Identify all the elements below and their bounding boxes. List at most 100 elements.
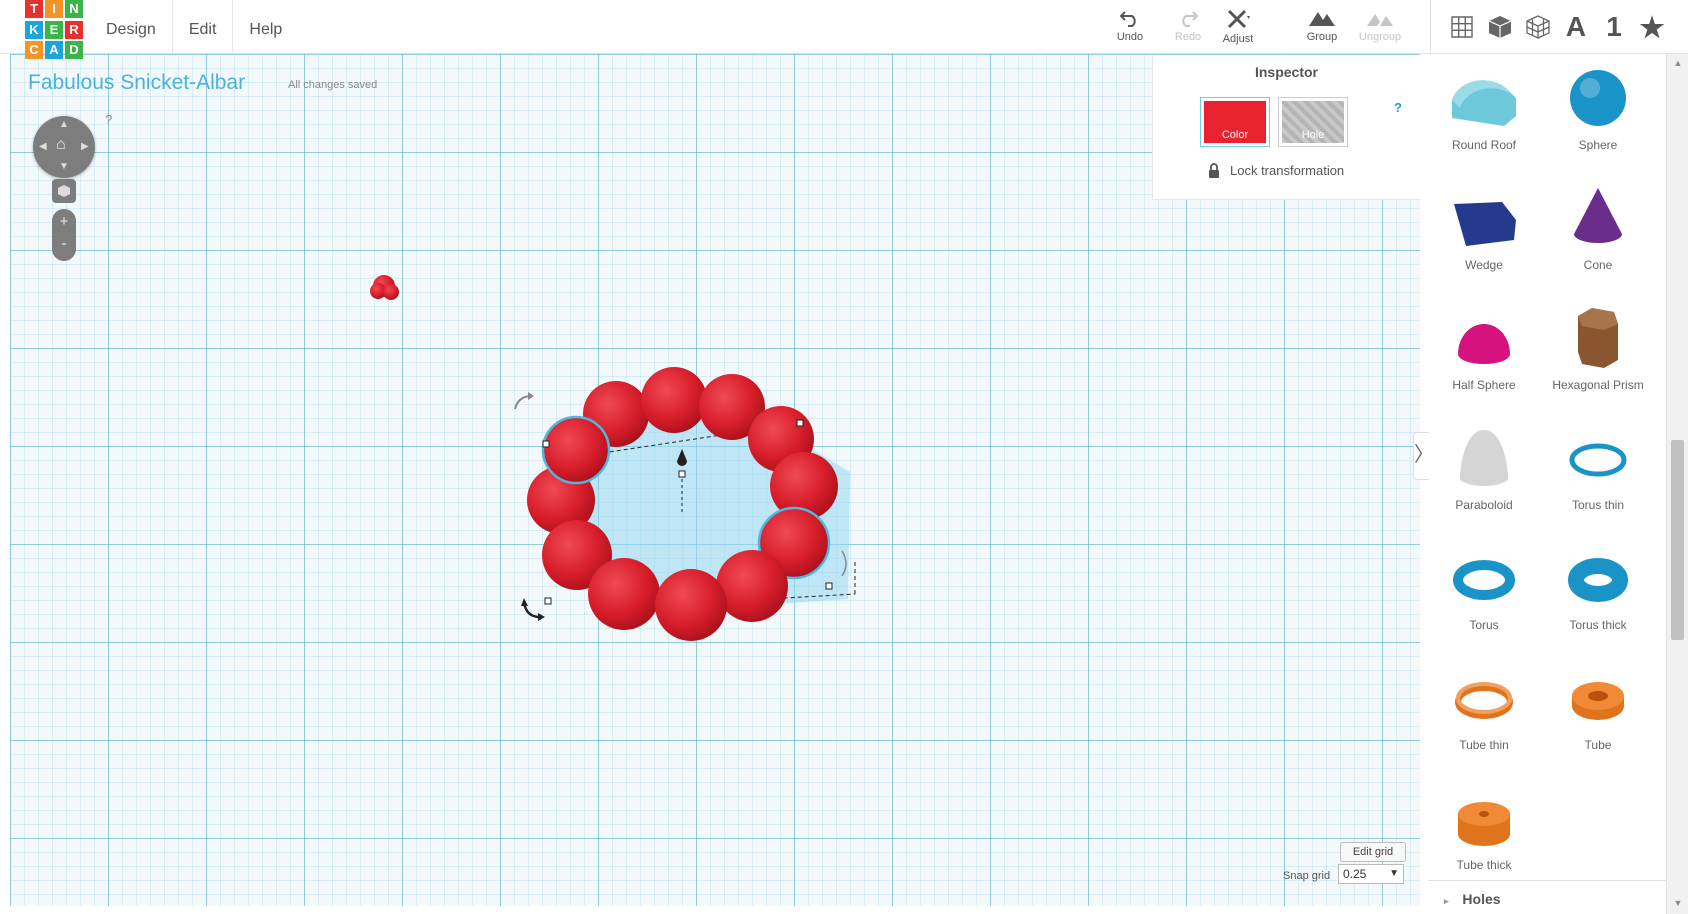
- cone-icon: [1574, 188, 1622, 243]
- ungroup-icon: [1367, 14, 1393, 26]
- shape-tile-sphere[interactable]: Sphere: [1542, 54, 1654, 174]
- tube-thin-icon: [1455, 682, 1513, 719]
- view-orbit-control[interactable]: ▲ ▼ ◀ ▶ ⌂: [33, 116, 95, 178]
- menu-edit[interactable]: Edit: [173, 0, 234, 54]
- shapes-panel: Round Roof Sphere Wedge Cone Half Sphere Hexa…: [1428, 54, 1666, 914]
- shape-tile-tube-thick[interactable]: Tube thick: [1428, 774, 1540, 894]
- lock-label: Lock transformation: [1230, 163, 1345, 178]
- top-bar: TINKERCAD Design Edit Help Undo Redo Adj…: [0, 0, 1688, 60]
- torus-thick-icon: [1568, 558, 1628, 602]
- group-button[interactable]: Group: [1292, 8, 1352, 43]
- view-tools: A 1 ★: [1430, 0, 1671, 54]
- shape-tile-hexagonal-prism[interactable]: Hexagonal Prism: [1542, 294, 1654, 414]
- shape-label: Tube: [1584, 738, 1612, 752]
- text-tool-button[interactable]: A: [1557, 8, 1595, 46]
- adjust-button[interactable]: Adjust: [1208, 8, 1268, 45]
- shape-tile-torus-thick[interactable]: Torus thick: [1542, 534, 1654, 654]
- sphere-icon: [1570, 70, 1626, 126]
- wedge-icon: [1454, 202, 1516, 246]
- logo-letter: N: [65, 0, 83, 18]
- shape-tile-paraboloid[interactable]: Paraboloid: [1428, 414, 1540, 534]
- wireframe-view-icon: [1526, 15, 1550, 39]
- snap-grid-value: 0.25: [1343, 867, 1367, 881]
- shape-label: Sphere: [1578, 138, 1618, 152]
- logo-letter: T: [25, 0, 43, 18]
- shape-tile-tube[interactable]: Tube: [1542, 654, 1654, 774]
- chevron-down-icon: ▼: [1389, 868, 1399, 879]
- shape-label: Torus: [1469, 618, 1499, 632]
- ungroup-button[interactable]: Ungroup: [1350, 8, 1410, 43]
- expand-arrow-icon: ▸: [1444, 896, 1449, 906]
- shape-label: Torus thin: [1571, 498, 1625, 512]
- redo-label: Redo: [1174, 31, 1202, 43]
- shape-tile-round-roof[interactable]: Round Roof: [1428, 54, 1540, 174]
- holes-section-header[interactable]: ▸ Holes: [1428, 880, 1666, 914]
- scroll-up-icon[interactable]: ▲: [1667, 58, 1688, 68]
- inspector-title: Inspector: [1254, 64, 1318, 80]
- shape-grid: Round Roof Sphere Wedge Cone Half Sphere Hexa…: [1428, 54, 1666, 894]
- shape-tile-torus-thin[interactable]: Torus thin: [1542, 414, 1654, 534]
- shape-label: Half Sphere: [1452, 378, 1516, 392]
- color-button[interactable]: Color: [1200, 97, 1270, 147]
- zoom-control: + -: [52, 209, 76, 261]
- star-tool-icon: ★: [1639, 11, 1665, 43]
- orbit-up-icon[interactable]: ▲: [59, 119, 69, 130]
- grid-view-button[interactable]: [1443, 8, 1481, 46]
- shape-tile-torus[interactable]: Torus: [1428, 534, 1540, 654]
- menu-design[interactable]: Design: [90, 0, 173, 54]
- zoom-in-button[interactable]: +: [52, 213, 76, 230]
- shape-label: Hexagonal Prism: [1552, 378, 1644, 392]
- wireframe-view-button[interactable]: [1519, 8, 1557, 46]
- lock-icon: [1209, 163, 1219, 178]
- shape-tile-wedge[interactable]: Wedge: [1428, 174, 1540, 294]
- adjust-icon: [1227, 9, 1250, 29]
- undo-label: Undo: [1116, 31, 1144, 43]
- scroll-down-icon[interactable]: ▼: [1667, 898, 1688, 908]
- shape-tile-tube-thin[interactable]: Tube thin: [1428, 654, 1540, 774]
- small-red-shape[interactable]: [370, 275, 399, 300]
- shape-label: Paraboloid: [1455, 498, 1513, 512]
- favorites-button[interactable]: ★: [1633, 8, 1671, 46]
- orbit-down-icon[interactable]: ▼: [59, 161, 69, 172]
- inspector-help-icon[interactable]: ?: [1394, 100, 1402, 115]
- zoom-out-button[interactable]: -: [52, 235, 76, 252]
- home-icon[interactable]: ⌂: [56, 136, 66, 154]
- shape-label: Cone: [1583, 258, 1613, 272]
- shape-tile-half-sphere[interactable]: Half Sphere: [1428, 294, 1540, 414]
- panel-scrollbar[interactable]: ▲ ▼: [1666, 54, 1688, 914]
- logo-letter: I: [45, 0, 63, 18]
- scroll-thumb[interactable]: [1671, 440, 1684, 640]
- hole-button[interactable]: Hole: [1278, 97, 1348, 147]
- edit-grid-button[interactable]: Edit grid: [1340, 842, 1406, 862]
- snap-grid-select[interactable]: 0.25 ▼: [1338, 864, 1404, 884]
- number-tool-button[interactable]: 1: [1595, 8, 1633, 46]
- box-view-button[interactable]: [1481, 8, 1519, 46]
- panel-collapse-button[interactable]: 〉: [1413, 432, 1434, 480]
- logo-letter: E: [45, 20, 63, 39]
- ungroup-label: Ungroup: [1358, 31, 1402, 43]
- orbit-right-icon[interactable]: ▶: [81, 141, 89, 152]
- shape-tile-cone[interactable]: Cone: [1542, 174, 1654, 294]
- hexagonal-prism-icon: [1578, 308, 1618, 368]
- number-tool-icon: 1: [1606, 11, 1622, 42]
- logo-letter: K: [25, 20, 43, 39]
- design-title[interactable]: Fabulous Snicket-Albar: [28, 71, 245, 95]
- menu-help[interactable]: Help: [233, 0, 298, 54]
- cube-view-icon: [58, 185, 70, 197]
- adjust-label: Adjust: [1222, 33, 1254, 45]
- group-label: Group: [1306, 31, 1338, 43]
- undo-button[interactable]: Undo: [1100, 8, 1160, 43]
- logo-letter: C: [25, 41, 43, 60]
- save-status: All changes saved: [288, 79, 378, 91]
- round-roof-icon: [1452, 80, 1516, 126]
- tinkercad-logo[interactable]: TIN KER CAD: [25, 0, 85, 60]
- logo-letter: A: [45, 41, 63, 60]
- navigation-help-icon[interactable]: ?: [105, 112, 112, 127]
- lock-transformation-toggle[interactable]: Lock transformation: [1208, 163, 1344, 178]
- orbit-left-icon[interactable]: ◀: [39, 141, 47, 152]
- shape-label: Wedge: [1465, 258, 1503, 272]
- shape-label: Tube thin: [1459, 738, 1509, 752]
- torus-icon: [1453, 560, 1515, 600]
- fit-view-button[interactable]: [52, 179, 76, 203]
- main-menu: Design Edit Help: [90, 0, 298, 54]
